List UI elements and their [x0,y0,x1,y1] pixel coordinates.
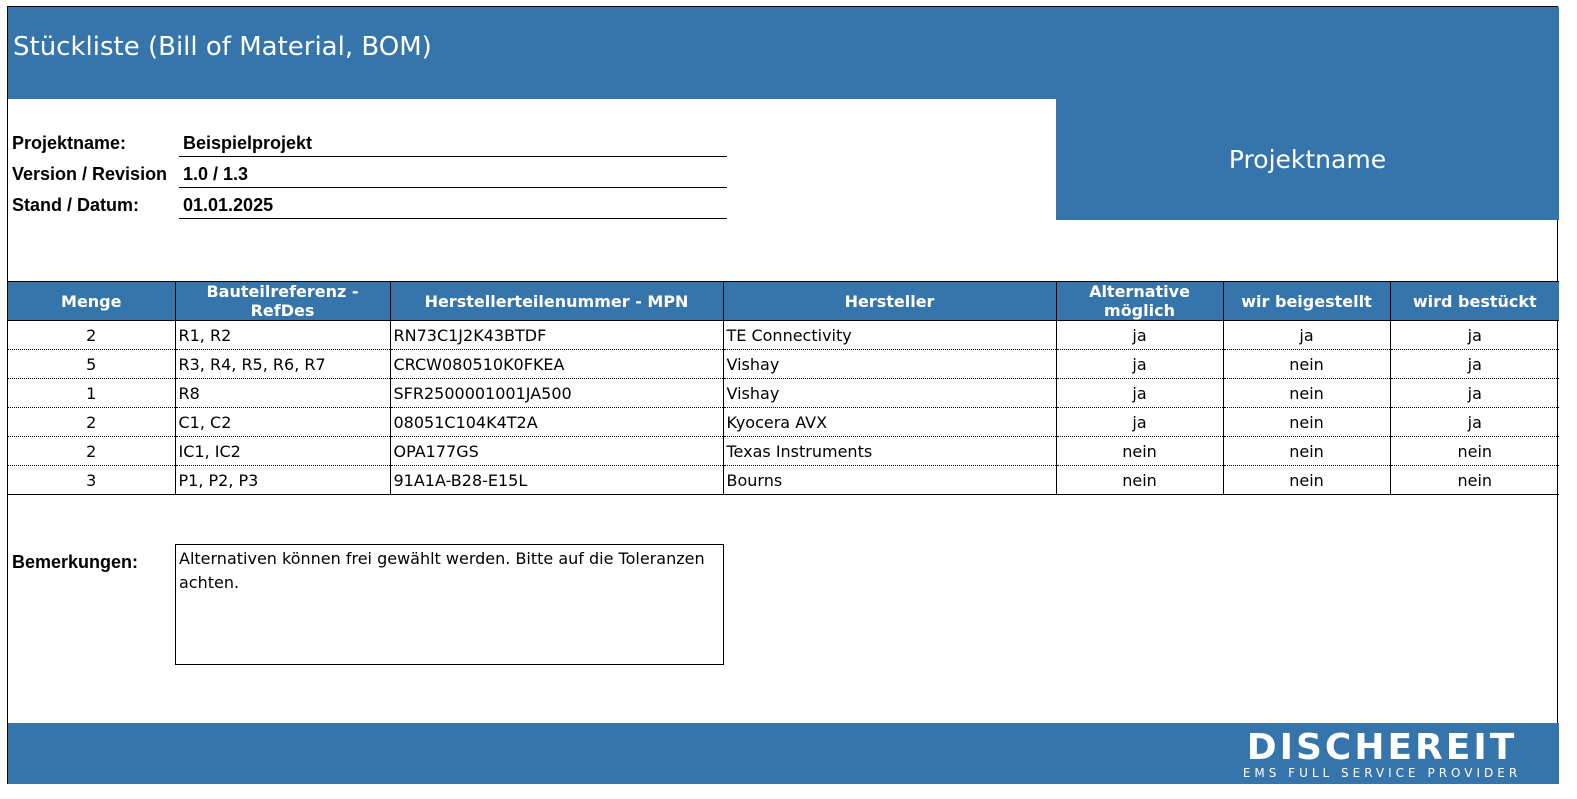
cell-refdes[interactable]: R3, R4, R5, R6, R7 [175,349,391,379]
cell-alternative[interactable]: ja [1056,378,1224,408]
cell-alternative[interactable]: nein [1056,436,1224,466]
cell-refdes[interactable]: R8 [175,378,391,408]
cell-menge[interactable]: 2 [8,436,176,466]
date-label: Stand / Datum: [12,195,140,215]
project-name-box-label: Projektname [1228,145,1387,174]
cell-bestueckt[interactable]: ja [1390,407,1559,437]
cell-refdes[interactable]: IC1, IC2 [175,436,391,466]
cell-mpn[interactable]: RN73C1J2K43BTDF [390,320,724,350]
company-logo: DISCHEREIT EMS FULL SERVICE PROVIDER [1217,727,1547,780]
table-row: 1 R8 SFR2500001001JA500 Vishay ja nein j… [8,378,1559,408]
cell-mpn[interactable]: 91A1A-B28-E15L [390,465,724,495]
project-name-box: Projektname [1056,99,1559,220]
cell-beigestellt[interactable]: nein [1223,349,1391,379]
page-title: Stückliste (Bill of Material, BOM) [13,32,432,62]
col-header-mpn[interactable]: Herstellerteilenummer - MPN [390,281,724,321]
table-row: 5 R3, R4, R5, R6, R7 CRCW080510K0FKEA Vi… [8,349,1559,379]
cell-hersteller[interactable]: TE Connectivity [723,320,1057,350]
cell-refdes[interactable]: R1, R2 [175,320,391,350]
cell-menge[interactable]: 2 [8,320,176,350]
logo-tagline: EMS FULL SERVICE PROVIDER [1242,766,1522,780]
bom-table: Menge Bauteilreferenz - RefDes Herstelle… [8,281,1559,495]
remarks-label: Bemerkungen: [12,552,139,572]
cell-alternative[interactable]: ja [1056,349,1224,379]
cell-hersteller[interactable]: Kyocera AVX [723,407,1057,437]
cell-beigestellt[interactable]: nein [1223,378,1391,408]
cell-menge[interactable]: 1 [8,378,176,408]
col-header-hersteller[interactable]: Hersteller [723,281,1057,321]
table-row: 2 R1, R2 RN73C1J2K43BTDF TE Connectivity… [8,320,1559,350]
logo-wordmark: DISCHEREIT [1246,727,1518,768]
project-label: Projektname: [12,133,127,153]
version-label: Version / Revision [12,164,168,184]
table-row: 2 IC1, IC2 OPA177GS Texas Instruments ne… [8,436,1559,466]
cell-bestueckt[interactable]: ja [1390,320,1559,350]
cell-bestueckt[interactable]: ja [1390,378,1559,408]
cell-bestueckt[interactable]: ja [1390,349,1559,379]
remarks-textbox[interactable]: Alternativen können frei gewählt werden.… [175,544,724,665]
cell-beigestellt[interactable]: nein [1223,465,1391,495]
date-value[interactable]: 01.01.2025 [179,195,727,219]
table-header-row: Menge Bauteilreferenz - RefDes Herstelle… [8,281,1559,321]
cell-beigestellt[interactable]: nein [1223,407,1391,437]
cell-refdes[interactable]: P1, P2, P3 [175,465,391,495]
cell-menge[interactable]: 5 [8,349,176,379]
table-row: 2 C1, C2 08051C104K4T2A Kyocera AVX ja n… [8,407,1559,437]
col-header-alternative[interactable]: Alternative möglich [1056,281,1224,321]
bom-sheet: Stückliste (Bill of Material, BOM) Proje… [7,6,1559,784]
cell-bestueckt[interactable]: nein [1390,465,1559,495]
cell-refdes[interactable]: C1, C2 [175,407,391,437]
cell-beigestellt[interactable]: nein [1223,436,1391,466]
cell-menge[interactable]: 2 [8,407,176,437]
cell-mpn[interactable]: 08051C104K4T2A [390,407,724,437]
col-header-beigestellt[interactable]: wir beigestellt [1223,281,1391,321]
cell-mpn[interactable]: SFR2500001001JA500 [390,378,724,408]
cell-hersteller[interactable]: Bourns [723,465,1057,495]
col-header-refdes[interactable]: Bauteilreferenz - RefDes [175,281,391,321]
project-value[interactable]: Beispielprojekt [179,133,727,157]
cell-alternative[interactable]: nein [1056,465,1224,495]
cell-alternative[interactable]: ja [1056,407,1224,437]
table-row: 3 P1, P2, P3 91A1A-B28-E15L Bourns nein … [8,465,1559,495]
cell-mpn[interactable]: CRCW080510K0FKEA [390,349,724,379]
cell-hersteller[interactable]: Vishay [723,378,1057,408]
cell-hersteller[interactable]: Vishay [723,349,1057,379]
footer-bar: DISCHEREIT EMS FULL SERVICE PROVIDER [8,723,1559,784]
cell-mpn[interactable]: OPA177GS [390,436,724,466]
col-header-bestueckt[interactable]: wird bestückt [1390,281,1559,321]
col-header-menge[interactable]: Menge [8,281,176,321]
cell-alternative[interactable]: ja [1056,320,1224,350]
title-bar: Stückliste (Bill of Material, BOM) [8,7,1559,99]
version-value[interactable]: 1.0 / 1.3 [179,164,727,188]
cell-menge[interactable]: 3 [8,465,176,495]
cell-hersteller[interactable]: Texas Instruments [723,436,1057,466]
cell-bestueckt[interactable]: nein [1390,436,1559,466]
cell-beigestellt[interactable]: ja [1223,320,1391,350]
